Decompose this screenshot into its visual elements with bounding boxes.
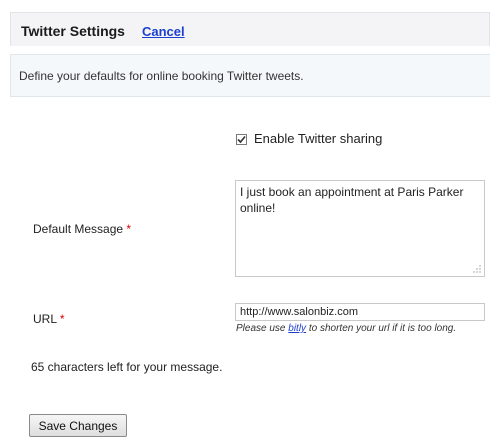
description-text: Define your defaults for online booking … (19, 69, 304, 83)
settings-header: Twitter Settings Cancel (10, 12, 490, 46)
description-panel: Define your defaults for online booking … (10, 54, 490, 97)
cancel-link[interactable]: Cancel (142, 24, 185, 39)
characters-left-text: 65 characters left for your message. (31, 360, 223, 374)
save-changes-button[interactable]: Save Changes (29, 414, 127, 437)
default-message-textarea[interactable]: I just book an appointment at Paris Park… (235, 180, 485, 277)
required-marker: * (126, 222, 132, 236)
required-marker: * (59, 312, 65, 326)
enable-twitter-checkbox[interactable] (236, 134, 247, 145)
default-message-label-text: Default Message (33, 222, 124, 236)
bitly-link[interactable]: bitly (288, 323, 306, 334)
url-label: URL * (33, 312, 65, 326)
url-label-text: URL (33, 312, 57, 326)
page-title: Twitter Settings (21, 23, 125, 39)
enable-twitter-label[interactable]: Enable Twitter sharing (254, 131, 382, 146)
url-hint-prefix: Please use (236, 323, 289, 334)
default-message-label: Default Message * (33, 222, 131, 236)
url-hint: Please use bitly to shorten your url if … (236, 323, 456, 334)
url-input[interactable] (235, 303, 485, 321)
url-hint-suffix: to shorten your url if it is too long. (306, 323, 457, 334)
checkmark-icon (237, 135, 246, 144)
resize-grip-icon[interactable] (473, 265, 481, 273)
